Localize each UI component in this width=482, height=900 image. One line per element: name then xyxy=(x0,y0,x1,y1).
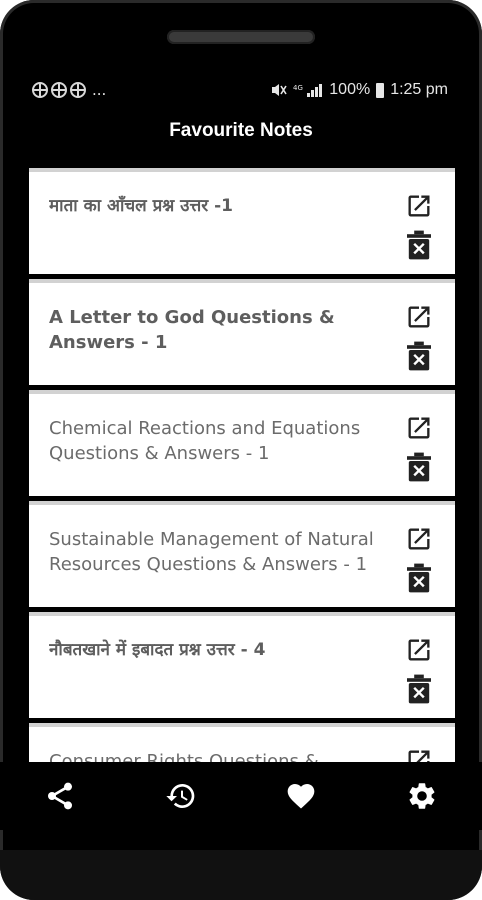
heart-icon xyxy=(287,784,315,809)
history-icon xyxy=(166,784,195,808)
note-card[interactable]: A Letter to God Questions & Answers - 1 xyxy=(29,279,455,385)
delete-icon[interactable] xyxy=(407,452,431,482)
note-title: Chemical Reactions and Equations Questio… xyxy=(49,418,361,464)
favourites-button[interactable] xyxy=(271,766,331,826)
delete-icon[interactable] xyxy=(407,674,431,704)
gear-icon xyxy=(409,783,435,809)
note-card[interactable]: Chemical Reactions and Equations Questio… xyxy=(29,390,455,496)
open-in-new-icon[interactable] xyxy=(405,525,433,553)
open-in-new-icon[interactable] xyxy=(405,414,433,442)
status-bar: ... 4G 100% 1:25 pm xyxy=(32,76,448,104)
delete-icon[interactable] xyxy=(407,230,431,260)
note-title: नौबतखाने में इबादत प्रश्न उत्तर - 4 xyxy=(49,640,266,660)
system-indicators: 4G 100% 1:25 pm xyxy=(271,81,448,99)
delete-icon[interactable] xyxy=(407,341,431,371)
mute-icon xyxy=(272,84,287,96)
battery-icon xyxy=(376,82,385,98)
note-title: Consumer Rights Questions & Answers - 1 xyxy=(49,751,319,762)
phone-frame: ... 4G 100% 1:25 pm Favourite Notes माता… xyxy=(0,0,482,900)
note-card[interactable]: माता का आँचल प्रश्न उत्तर -1 xyxy=(29,168,455,274)
share-icon xyxy=(48,782,73,810)
open-in-new-icon[interactable] xyxy=(405,192,433,220)
note-title: माता का आँचल प्रश्न उत्तर -1 xyxy=(49,196,234,216)
open-in-new-icon[interactable] xyxy=(405,747,433,762)
bottom-navigation xyxy=(0,762,482,830)
more-notifications: ... xyxy=(92,81,107,99)
note-title: Sustainable Management of Natural Resour… xyxy=(49,529,374,575)
note-title: A Letter to God Questions & Answers - 1 xyxy=(49,307,335,353)
clock: 1:25 pm xyxy=(390,81,448,98)
history-button[interactable] xyxy=(151,766,211,826)
phone-speaker xyxy=(167,30,315,44)
share-button[interactable] xyxy=(30,766,90,826)
note-card[interactable]: Consumer Rights Questions & Answers - 1 xyxy=(29,723,455,762)
note-card[interactable]: नौबतखाने में इबादत प्रश्न उत्तर - 4 xyxy=(29,612,455,718)
page-title: Favourite Notes xyxy=(169,120,313,141)
svg-text:4G: 4G xyxy=(293,84,303,92)
notification-icon xyxy=(70,82,86,98)
signal-icon: 4G xyxy=(293,84,323,97)
notes-list[interactable]: माता का आँचल प्रश्न उत्तर -1 A Letter to… xyxy=(29,168,455,762)
battery-percent: 100% xyxy=(329,81,371,98)
open-in-new-icon[interactable] xyxy=(405,636,433,664)
delete-icon[interactable] xyxy=(407,563,431,593)
notification-icon xyxy=(32,82,48,98)
notification-icons: ... xyxy=(32,81,271,99)
notification-icon xyxy=(51,82,67,98)
phone-chin xyxy=(0,850,482,900)
open-in-new-icon[interactable] xyxy=(405,303,433,331)
note-card[interactable]: Sustainable Management of Natural Resour… xyxy=(29,501,455,607)
settings-button[interactable] xyxy=(392,766,452,826)
